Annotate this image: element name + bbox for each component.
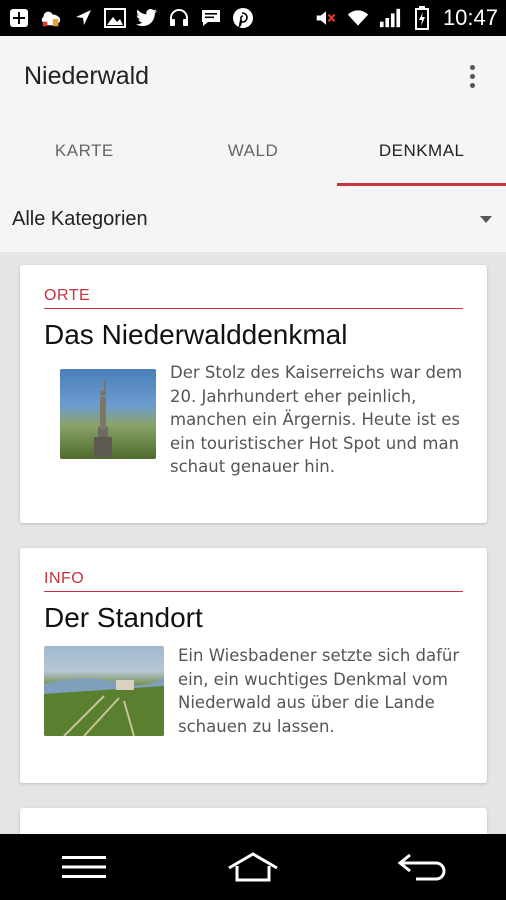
tab-bar: KARTE WALD DENKMAL	[0, 116, 506, 186]
headset-icon	[168, 7, 190, 29]
card-body: Der Stolz des Kaiserreichs war dem 20. J…	[44, 361, 463, 479]
card-title: Das Niederwalddenkmal	[44, 319, 348, 350]
app-bar: Niederwald	[0, 36, 506, 116]
card-description: Ein Wiesbadener setzte sich dafür ein, e…	[178, 646, 460, 736]
card-title: Der Standort	[44, 602, 203, 633]
image-icon	[104, 7, 126, 29]
tab-karte[interactable]: KARTE	[0, 116, 169, 186]
category-dropdown[interactable]: Alle Kategorien	[0, 186, 506, 252]
card-description: Der Stolz des Kaiserreichs war dem 20. J…	[170, 363, 463, 476]
card-body: Ein Wiesbadener setzte sich dafür ein, e…	[44, 644, 463, 738]
status-bar-left	[8, 7, 254, 29]
dropdown-arrow-icon	[480, 215, 492, 223]
status-bar: 10:47	[0, 0, 506, 36]
plus-box-icon	[8, 7, 30, 29]
pinterest-icon	[232, 7, 254, 29]
tab-wald[interactable]: WALD	[169, 116, 338, 186]
tab-denkmal[interactable]: DENKMAL	[337, 116, 506, 186]
card-category: ORTE	[44, 287, 463, 309]
card-thumbnail	[44, 646, 164, 736]
battery-charging-icon	[411, 6, 433, 30]
article-card[interactable]: ORTE Das Niederwalddenkmal Der Stolz des…	[20, 265, 487, 523]
wifi-icon	[347, 7, 369, 29]
cloud-upload-icon	[40, 7, 62, 29]
article-card[interactable]: INFO Der Standort Ein Wiesbadener setzte…	[20, 548, 487, 783]
chat-icon	[200, 7, 222, 29]
mute-icon	[315, 7, 337, 29]
menu-icon[interactable]	[54, 847, 114, 887]
twitter-icon	[136, 7, 158, 29]
home-icon[interactable]	[223, 847, 283, 887]
category-dropdown-label: Alle Kategorien	[12, 207, 148, 230]
landscape-image	[44, 678, 164, 736]
status-bar-right: 10:47	[315, 5, 498, 31]
overflow-menu-icon[interactable]	[460, 61, 484, 91]
status-time: 10:47	[442, 5, 498, 30]
statue-image	[94, 381, 112, 457]
page-title: Niederwald	[24, 61, 150, 90]
back-icon[interactable]	[392, 847, 452, 887]
signal-icon	[379, 7, 401, 29]
article-list[interactable]: ORTE Das Niederwalddenkmal Der Stolz des…	[0, 252, 506, 834]
article-card[interactable]	[20, 808, 487, 834]
navigation-icon	[72, 7, 94, 29]
card-category: INFO	[44, 570, 463, 592]
system-nav-bar	[0, 834, 506, 900]
card-thumbnail	[60, 369, 156, 459]
